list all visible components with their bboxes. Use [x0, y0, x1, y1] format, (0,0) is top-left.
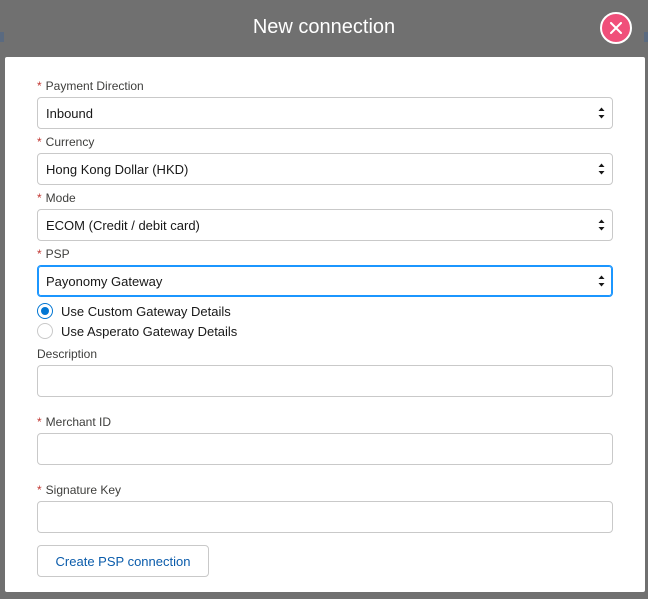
- create-psp-connection-button[interactable]: Create PSP connection: [37, 545, 209, 577]
- required-marker: *: [37, 247, 42, 261]
- required-marker: *: [37, 191, 42, 205]
- required-marker: *: [37, 415, 42, 429]
- payment-direction-value: Inbound: [46, 105, 93, 121]
- radio-button-checked[interactable]: [37, 303, 53, 319]
- mode-value: ECOM (Credit / debit card): [46, 217, 200, 233]
- currency-value: Hong Kong Dollar (HKD): [46, 161, 189, 177]
- merchant-id-input[interactable]: [37, 433, 613, 465]
- close-icon: [610, 22, 622, 34]
- payment-direction-label: * Payment Direction: [37, 79, 144, 93]
- radio-asperato-gateway[interactable]: Use Asperato Gateway Details: [37, 322, 237, 340]
- radio-label: Use Custom Gateway Details: [61, 303, 231, 319]
- merchant-id-label: * Merchant ID: [37, 415, 112, 429]
- description-input[interactable]: [37, 365, 613, 397]
- close-button[interactable]: [600, 12, 632, 44]
- description-label: Description: [37, 347, 98, 361]
- mode-select[interactable]: ECOM (Credit / debit card): [37, 209, 613, 241]
- psp-label: * PSP: [37, 247, 70, 261]
- required-marker: *: [37, 483, 42, 497]
- currency-label: * Currency: [37, 135, 95, 149]
- required-marker: *: [37, 79, 42, 93]
- currency-select[interactable]: Hong Kong Dollar (HKD): [37, 153, 613, 185]
- modal-title: New connection: [252, 16, 396, 38]
- radio-custom-gateway[interactable]: Use Custom Gateway Details: [37, 302, 231, 320]
- select-arrows-icon: [598, 107, 605, 119]
- radio-button[interactable]: [37, 323, 53, 339]
- psp-select[interactable]: Payonomy Gateway: [37, 265, 613, 297]
- radio-label: Use Asperato Gateway Details: [61, 323, 238, 339]
- mode-label: * Mode: [37, 191, 76, 205]
- payment-direction-select[interactable]: Inbound: [37, 97, 613, 129]
- psp-value: Payonomy Gateway: [46, 273, 163, 289]
- select-arrows-icon: [598, 219, 605, 231]
- signature-key-label: * Signature Key: [37, 483, 122, 497]
- modal-body: * Payment Direction Inbound * Currency Hon…: [5, 57, 645, 592]
- required-marker: *: [37, 135, 42, 149]
- signature-key-input[interactable]: [37, 501, 613, 533]
- select-arrows-icon: [598, 163, 605, 175]
- select-arrows-icon: [598, 275, 605, 287]
